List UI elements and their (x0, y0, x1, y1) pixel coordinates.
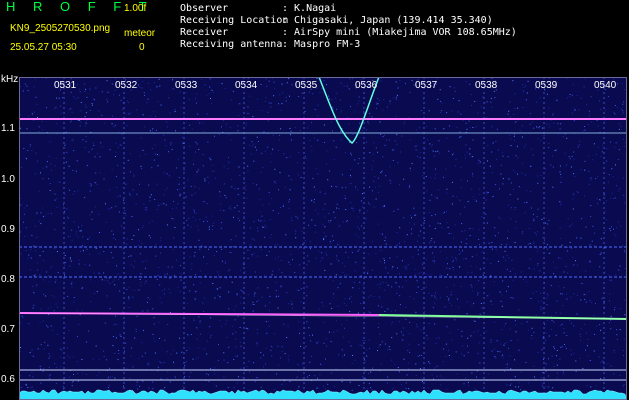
antenna-value: : Maspro FM-3 (282, 39, 361, 50)
meteor-count: 0 (139, 42, 145, 53)
spectrogram-svg (19, 77, 627, 400)
x-tick-label: 0534 (235, 80, 258, 91)
hrofft-window: H R O F F T 1.00f KN9_2505270530.png met… (0, 0, 629, 400)
y-tick-label: 0.6 (1, 374, 15, 385)
x-tick-label: 0539 (535, 80, 558, 91)
header-panel: H R O F F T 1.00f KN9_2505270530.png met… (0, 0, 629, 74)
observer-value: : K.Nagai (282, 3, 337, 14)
x-tick-label: 0532 (115, 80, 138, 91)
app-version: 1.00f (124, 3, 147, 14)
y-tick-label: 1.1 (1, 123, 15, 134)
spectrum-background (19, 77, 627, 400)
x-tick-label: 0535 (295, 80, 318, 91)
receiver-label: Receiver (180, 27, 229, 38)
location-label: Receiving Location (180, 15, 289, 26)
observer-label: Observer (180, 3, 229, 14)
x-tick-label: 0533 (175, 80, 198, 91)
location-value: : Chigasaki, Japan (139.414 35.340) (282, 15, 493, 26)
record-datetime: 25.05.27 05:30 (10, 42, 77, 53)
y-tick-label: 0.7 (1, 324, 15, 335)
file-name: KN9_2505270530.png (10, 23, 111, 34)
axis-unit-label: kHz (1, 74, 19, 85)
x-tick-label: 0538 (475, 80, 498, 91)
y-tick-label: 0.8 (1, 274, 15, 285)
x-tick-label: 0537 (415, 80, 438, 91)
y-tick-label: 0.9 (1, 224, 15, 235)
x-tick-label: 0540 (594, 80, 617, 91)
y-tick-label: 1.0 (1, 174, 15, 185)
spectrogram-plot (19, 77, 627, 400)
receiver-value: : AirSpy mini (Miakejima VOR 108.65MHz) (282, 27, 517, 38)
antenna-label: Receiving antenna (180, 39, 283, 50)
x-tick-label: 0531 (54, 80, 77, 91)
meteor-label: meteor (124, 28, 156, 39)
x-tick-label: 0536 (355, 80, 378, 91)
